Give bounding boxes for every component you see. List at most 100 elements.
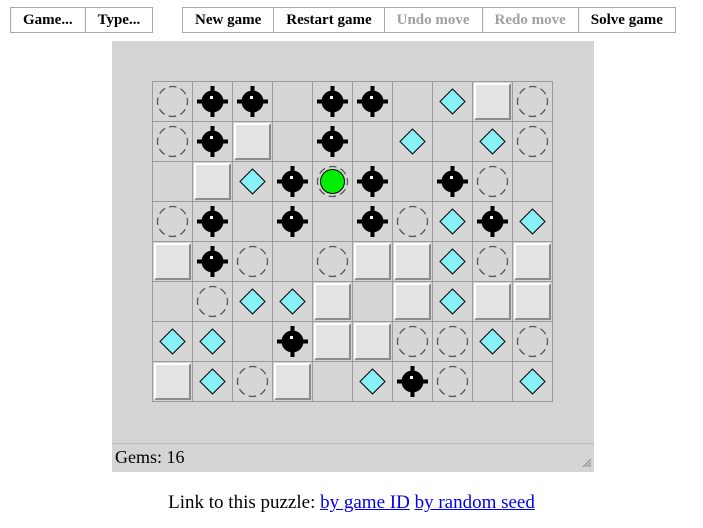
grid-cell-mine[interactable] <box>233 82 273 122</box>
grid-cell-gem[interactable] <box>473 322 513 362</box>
grid-cell-mine[interactable] <box>273 162 313 202</box>
mine-icon <box>357 86 388 117</box>
grid-cell-empty[interactable] <box>153 162 193 202</box>
grid-cell-stop[interactable] <box>513 122 553 162</box>
grid-cell-gem[interactable] <box>433 82 473 122</box>
grid-cell-empty[interactable] <box>313 202 353 242</box>
grid-cell-stop[interactable] <box>473 162 513 202</box>
grid-cell-empty[interactable] <box>393 162 433 202</box>
grid-cell-wall[interactable] <box>313 322 353 362</box>
grid-cell-wall[interactable] <box>393 282 433 322</box>
grid-cell-wall[interactable] <box>273 362 313 402</box>
grid-cell-stop[interactable] <box>193 282 233 322</box>
grid-cell-empty[interactable] <box>473 362 513 402</box>
grid-cell-gem[interactable] <box>153 322 193 362</box>
grid-cell-stop[interactable] <box>513 322 553 362</box>
grid-cell-mine[interactable] <box>273 322 313 362</box>
grid-cell-gem[interactable] <box>473 122 513 162</box>
grid-cell-mine[interactable] <box>193 242 233 282</box>
grid-cell-gem[interactable] <box>233 162 273 202</box>
grid-cell-empty[interactable] <box>233 202 273 242</box>
grid-cell-gem[interactable] <box>433 282 473 322</box>
grid-cell-wall[interactable] <box>513 242 553 282</box>
grid-cell-stop[interactable] <box>433 322 473 362</box>
stop-icon <box>156 205 189 238</box>
grid-cell-wall[interactable] <box>473 282 513 322</box>
grid-cell-wall[interactable] <box>313 282 353 322</box>
grid-cell-mine[interactable] <box>473 202 513 242</box>
grid-cell-mine[interactable] <box>193 122 233 162</box>
grid-cell-empty[interactable] <box>313 362 353 402</box>
restart-game-button[interactable]: Restart game <box>274 8 385 32</box>
resize-grip-icon[interactable] <box>580 456 592 468</box>
grid-cell-gem[interactable] <box>433 242 473 282</box>
grid-cell-wall[interactable] <box>393 242 433 282</box>
grid-cell-stop[interactable] <box>393 322 433 362</box>
gem-icon <box>439 88 466 115</box>
grid-cell-empty[interactable] <box>433 122 473 162</box>
type-menu-button[interactable]: Type... <box>86 8 153 32</box>
grid-cell-stop[interactable] <box>433 362 473 402</box>
game-menu-button[interactable]: Game... <box>11 8 86 32</box>
grid-cell-stop[interactable] <box>233 362 273 402</box>
grid-cell-gem[interactable] <box>273 282 313 322</box>
grid-cell-empty[interactable] <box>273 242 313 282</box>
grid-cell-wall[interactable] <box>233 122 273 162</box>
grid-cell-empty[interactable] <box>273 82 313 122</box>
mine-icon <box>357 206 388 237</box>
gem-icon <box>279 288 306 315</box>
grid-cell-stop[interactable] <box>313 242 353 282</box>
game-id-link[interactable]: by game ID <box>320 492 410 513</box>
solve-game-button[interactable]: Solve game <box>579 8 675 32</box>
grid-cell-wall[interactable] <box>353 322 393 362</box>
puzzle-link-line: Link to this puzzle: by game ID by rando… <box>0 492 703 514</box>
grid-cell-empty[interactable] <box>353 122 393 162</box>
grid-cell-stop[interactable] <box>153 122 193 162</box>
grid-cell-stop[interactable] <box>393 202 433 242</box>
puzzle-board[interactable] <box>152 81 553 402</box>
grid-cell-player[interactable] <box>313 162 353 202</box>
mine-icon <box>277 166 308 197</box>
grid-cell-mine[interactable] <box>353 162 393 202</box>
grid-cell-mine[interactable] <box>393 362 433 402</box>
grid-cell-wall[interactable] <box>153 362 193 402</box>
grid-cell-wall[interactable] <box>193 162 233 202</box>
grid-cell-wall[interactable] <box>513 282 553 322</box>
grid-cell-gem[interactable] <box>513 202 553 242</box>
status-bar: Gems: 16 <box>112 443 594 470</box>
grid-cell-gem[interactable] <box>513 362 553 402</box>
grid-cell-stop[interactable] <box>513 82 553 122</box>
grid-cell-mine[interactable] <box>433 162 473 202</box>
grid-cell-gem[interactable] <box>433 202 473 242</box>
grid-cell-stop[interactable] <box>153 82 193 122</box>
grid-cell-empty[interactable] <box>513 162 553 202</box>
undo-move-button[interactable]: Undo move <box>385 8 483 32</box>
grid-cell-stop[interactable] <box>153 202 193 242</box>
gem-count-text: Gems: 16 <box>115 447 185 467</box>
grid-cell-gem[interactable] <box>393 122 433 162</box>
grid-cell-empty[interactable] <box>393 82 433 122</box>
grid-cell-mine[interactable] <box>273 202 313 242</box>
redo-move-button[interactable]: Redo move <box>483 8 579 32</box>
grid-cell-gem[interactable] <box>353 362 393 402</box>
grid-cell-empty[interactable] <box>153 282 193 322</box>
grid-cell-mine[interactable] <box>353 82 393 122</box>
grid-cell-gem[interactable] <box>193 322 233 362</box>
new-game-button[interactable]: New game <box>183 8 275 32</box>
grid-cell-empty[interactable] <box>273 122 313 162</box>
grid-cell-empty[interactable] <box>233 322 273 362</box>
grid-cell-mine[interactable] <box>193 202 233 242</box>
grid-cell-mine[interactable] <box>353 202 393 242</box>
grid-cell-stop[interactable] <box>233 242 273 282</box>
grid-cell-wall[interactable] <box>153 242 193 282</box>
grid-cell-empty[interactable] <box>353 282 393 322</box>
grid-cell-wall[interactable] <box>353 242 393 282</box>
grid-cell-stop[interactable] <box>473 242 513 282</box>
grid-cell-gem[interactable] <box>233 282 273 322</box>
grid-cell-mine[interactable] <box>193 82 233 122</box>
grid-cell-mine[interactable] <box>313 82 353 122</box>
random-seed-link[interactable]: by random seed <box>415 492 535 513</box>
grid-cell-wall[interactable] <box>473 82 513 122</box>
grid-cell-mine[interactable] <box>313 122 353 162</box>
grid-cell-gem[interactable] <box>193 362 233 402</box>
